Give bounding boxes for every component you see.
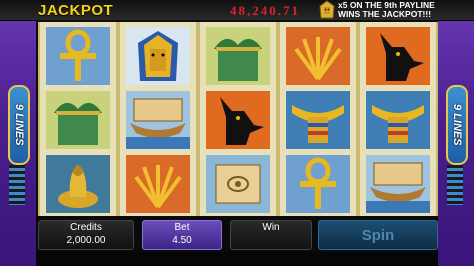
anubis-icon xyxy=(204,90,272,150)
right-lines-label: 9 LINES xyxy=(451,104,463,146)
jackpot-note: x5 ON THE 9th PAYLINE WINS THE JACKPOT!!… xyxy=(338,1,474,21)
reel-2 xyxy=(118,22,198,216)
credits-value: 2,000.00 xyxy=(66,235,106,246)
ankh-icon xyxy=(44,26,112,86)
left-lines-label: 9 LINES xyxy=(13,104,25,146)
scarab-collar-icon xyxy=(284,90,352,150)
lotus-column-icon xyxy=(204,26,272,86)
boat-icon xyxy=(124,90,192,150)
anubis-icon xyxy=(364,26,432,86)
papyrus-scroll-icon xyxy=(204,154,272,214)
jackpot-value: 48,240.71 xyxy=(230,3,300,18)
bet-value: 4.50 xyxy=(172,235,192,246)
right-lines-badge: 9 LINES xyxy=(446,85,468,165)
reel-4 xyxy=(278,22,358,216)
jackpot-bar: JACKPOT 48,240.71 x5 ON THE 9th PAYLINE … xyxy=(0,0,474,21)
bet-label: Bet xyxy=(174,222,190,233)
credits-label: Credits xyxy=(70,222,102,233)
bet-button[interactable]: Bet 4.50 xyxy=(142,220,222,250)
reel-1 xyxy=(38,22,118,216)
ankh-icon xyxy=(284,154,352,214)
reel-3 xyxy=(198,22,278,216)
win-label: Win xyxy=(262,222,280,233)
reel-area xyxy=(36,20,438,216)
jackpot-note-line2: WINS THE JACKPOT!!! xyxy=(338,9,432,19)
right-stripe xyxy=(447,165,463,205)
left-stripe xyxy=(9,165,25,205)
footer-strip xyxy=(36,252,438,266)
reel-5 xyxy=(358,22,438,216)
wheat-icon xyxy=(124,154,192,214)
jackpot-label: JACKPOT xyxy=(38,2,114,19)
left-lines-badge: 9 LINES xyxy=(8,85,30,165)
win-panel: Win xyxy=(230,220,312,250)
wheat-icon xyxy=(284,26,352,86)
cobra-icon xyxy=(44,154,112,214)
lotus-column-icon xyxy=(44,90,112,150)
boat-icon xyxy=(364,154,432,214)
pharaoh-icon xyxy=(318,0,336,20)
spin-button[interactable]: Spin xyxy=(318,220,438,250)
pharaoh-mask-icon xyxy=(124,26,192,86)
credits-panel: Credits 2,000.00 xyxy=(38,220,134,250)
scarab-collar-icon xyxy=(364,90,432,150)
